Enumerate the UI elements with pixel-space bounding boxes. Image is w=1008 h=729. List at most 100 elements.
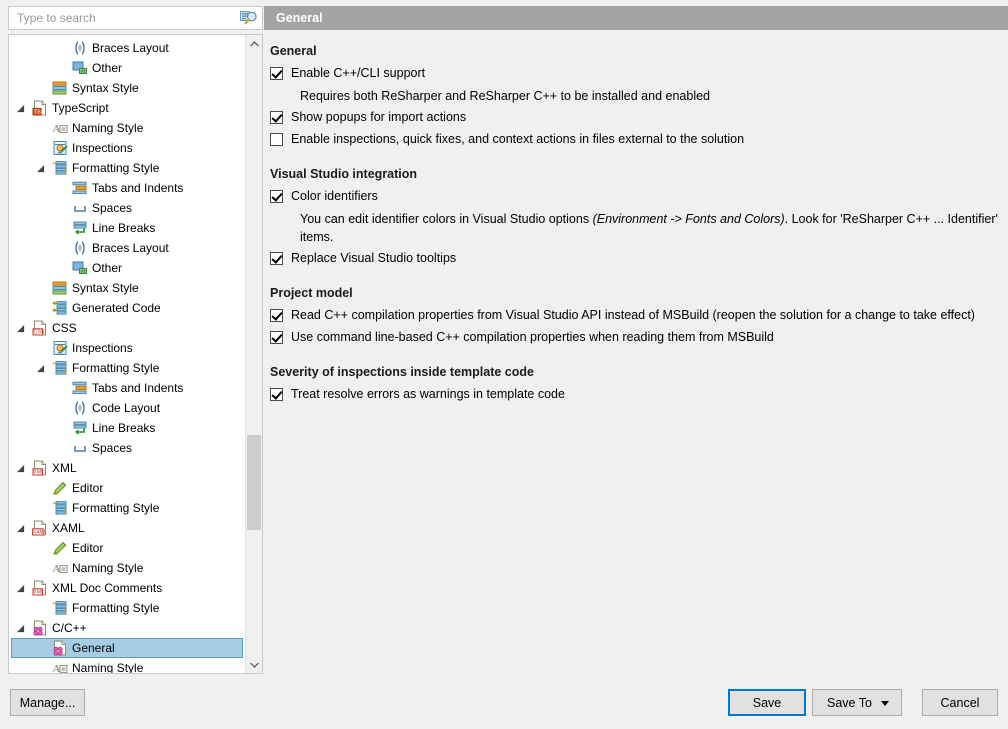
tree-vertical-scrollbar[interactable] [245, 35, 262, 673]
scroll-up-arrow[interactable] [246, 35, 262, 52]
cpp-file-icon [52, 640, 68, 656]
tree-item-label: Naming Style [72, 120, 143, 136]
checkbox-unchecked-icon[interactable] [270, 133, 283, 146]
option-note-emphasis: (Environment -> Fonts and Colors) [593, 212, 785, 226]
tree-item-c-c[interactable]: C/C++ [9, 618, 245, 638]
formatting-style-icon [52, 500, 68, 516]
tree-item-label: Editor [72, 480, 103, 496]
checkbox-row[interactable]: Replace Visual Studio tooltips [270, 250, 1008, 270]
expander-collapse-icon[interactable] [19, 463, 30, 474]
tree-item-inspections[interactable]: Inspections [9, 138, 245, 158]
tree-item-tabs-and-indents[interactable]: Tabs and Indents [9, 378, 245, 398]
tree-item-general[interactable]: General [11, 638, 243, 658]
tree-item-label: CSS [52, 320, 77, 336]
svg-text:A: A [53, 563, 61, 575]
checkbox-row[interactable]: Use command line-based C++ compilation p… [270, 329, 1008, 349]
tree-item-label: Editor [72, 540, 103, 556]
tree-item-xaml[interactable]: XAMLXAML [9, 518, 245, 538]
checkbox-label: Treat resolve errors as warnings in temp… [291, 386, 565, 403]
checkbox-row[interactable]: Enable C++/CLI support [270, 65, 1008, 85]
tree-item-label: XAML [52, 520, 85, 536]
checkbox-checked-icon[interactable] [270, 67, 283, 80]
tree-item-label: Braces Layout [92, 240, 169, 256]
checkbox-checked-icon[interactable] [270, 309, 283, 322]
tree-item-css[interactable]: CSS CSS [9, 318, 245, 338]
save-to-button[interactable]: Save To [812, 689, 902, 716]
expander-spacer [39, 663, 50, 674]
page-title: General [264, 6, 1008, 30]
expander-collapse-icon[interactable] [19, 323, 30, 334]
tree-item-editor[interactable]: Editor [9, 478, 245, 498]
tree-item-syntax-style[interactable]: Syntax Style [9, 278, 245, 298]
expander-collapse-icon[interactable] [19, 523, 30, 534]
expander-collapse-icon[interactable] [19, 623, 30, 634]
tree-item-naming-style[interactable]: ANaming Style [9, 658, 245, 673]
checkbox-checked-icon[interactable] [270, 111, 283, 124]
xml-file-icon: XML [32, 460, 48, 476]
checkbox-checked-icon[interactable] [270, 190, 283, 203]
tree-item-code-layout[interactable]: Code Layout [9, 398, 245, 418]
tree-item-formatting-style[interactable]: Formatting Style [9, 158, 245, 178]
tree-item-other[interactable]: Other [9, 58, 245, 78]
tree-item-label: XML [52, 460, 77, 476]
tree-item-inspections[interactable]: Inspections [9, 338, 245, 358]
manage-button[interactable]: Manage... [10, 689, 85, 716]
search-options-icon[interactable] [236, 7, 262, 29]
scrollbar-thumb[interactable] [247, 435, 261, 530]
checkbox-row[interactable]: Color identifiers [270, 188, 1008, 208]
other-icon [72, 60, 88, 76]
tree-item-formatting-style[interactable]: Formatting Style [9, 498, 245, 518]
tree-item-naming-style[interactable]: ANaming Style [9, 558, 245, 578]
tree-item-spaces[interactable]: Spaces [9, 438, 245, 458]
checkbox-row[interactable]: Read C++ compilation properties from Vis… [270, 307, 1008, 327]
tree-item-spaces[interactable]: Spaces [9, 198, 245, 218]
tree-item-typescript[interactable]: TSTypeScript [9, 98, 245, 118]
scroll-down-arrow[interactable] [246, 656, 262, 673]
tree-item-naming-style[interactable]: A Naming Style [9, 118, 245, 138]
tree-item-syntax-style[interactable]: Syntax Style [9, 78, 245, 98]
tree-item-xml-doc-comments[interactable]: XMLXML Doc Comments [9, 578, 245, 598]
expander-collapse-icon[interactable] [39, 363, 50, 374]
settings-tree[interactable]: Braces LayoutOtherSyntax StyleTSTypeScri… [9, 35, 245, 673]
search-input[interactable] [15, 8, 236, 28]
tree-item-tabs-and-indents[interactable]: Tabs and Indents [9, 178, 245, 198]
tree-item-braces-layout[interactable]: Braces Layout [9, 238, 245, 258]
tree-item-line-breaks[interactable]: Line Breaks [9, 218, 245, 238]
tree-item-braces-layout[interactable]: Braces Layout [9, 38, 245, 58]
svg-text:A: A [53, 123, 61, 135]
tree-item-other[interactable]: Other [9, 258, 245, 278]
expander-spacer [39, 483, 50, 494]
checkbox-row[interactable]: Treat resolve errors as warnings in temp… [270, 386, 1008, 406]
checkbox-row[interactable]: Show popups for import actions [270, 109, 1008, 129]
settings-tree-scroll-viewport: Braces LayoutOtherSyntax StyleTSTypeScri… [9, 35, 245, 673]
naming-style-icon: A [52, 660, 68, 673]
braces-layout-icon [72, 40, 88, 56]
search-box[interactable] [8, 6, 263, 30]
svg-text:XML: XML [33, 470, 44, 476]
tree-item-label: Syntax Style [72, 280, 139, 296]
group-title: Visual Studio integration [270, 167, 1008, 181]
tree-item-label: Spaces [92, 200, 132, 216]
tree-item-xml[interactable]: XML XML [9, 458, 245, 478]
checkbox-row[interactable]: Enable inspections, quick fixes, and con… [270, 131, 1008, 151]
save-button[interactable]: Save [728, 689, 806, 716]
tree-item-line-breaks[interactable]: Line Breaks [9, 418, 245, 438]
expander-collapse-icon[interactable] [39, 163, 50, 174]
tree-item-generated-code[interactable]: Generated Code [9, 298, 245, 318]
spaces-icon [72, 200, 88, 216]
tree-item-formatting-style[interactable]: Formatting Style [9, 358, 245, 378]
svg-text:CSS: CSS [34, 330, 45, 336]
expander-spacer [59, 443, 70, 454]
checkbox-checked-icon[interactable] [270, 252, 283, 265]
checkbox-checked-icon[interactable] [270, 388, 283, 401]
expander-spacer [39, 143, 50, 154]
cancel-button[interactable]: Cancel [922, 689, 998, 716]
expander-collapse-icon[interactable] [19, 103, 30, 114]
expander-collapse-icon[interactable] [19, 583, 30, 594]
expander-spacer [39, 343, 50, 354]
settings-navigation-pane: Braces LayoutOtherSyntax StyleTSTypeScri… [8, 6, 263, 674]
tree-item-editor[interactable]: Editor [9, 538, 245, 558]
checkbox-label: Replace Visual Studio tooltips [291, 250, 456, 267]
checkbox-checked-icon[interactable] [270, 331, 283, 344]
tree-item-formatting-style[interactable]: Formatting Style [9, 598, 245, 618]
